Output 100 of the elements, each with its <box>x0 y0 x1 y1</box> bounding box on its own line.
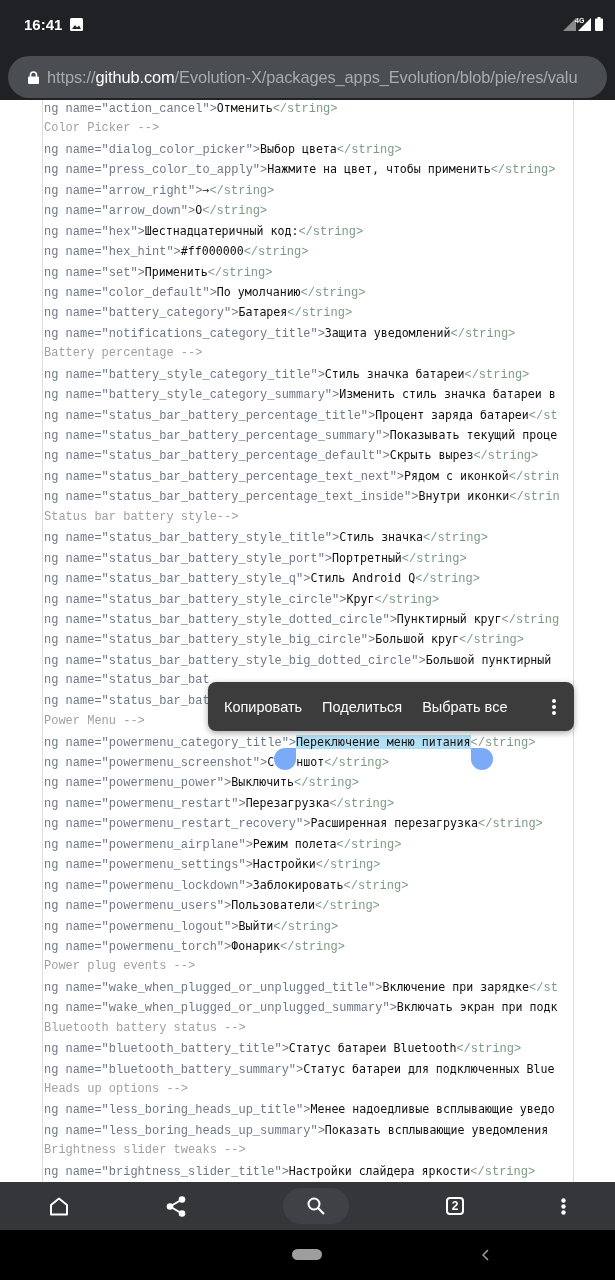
string-value: Настройки слайдера яркости <box>288 1163 471 1178</box>
xml-tag-text: ng name="battery_style_category_title"> <box>44 367 325 382</box>
xml-tag-text: ng name="status_bar_battery_style_dotted_circle"> <box>44 612 397 627</box>
menu-action[interactable]: Копировать <box>214 692 313 721</box>
xml-tag-text: </string> <box>324 756 389 770</box>
xml-tag-text: ng name="press_color_to_apply"> <box>44 163 268 178</box>
xml-tag-text: </string> <box>315 858 381 873</box>
menu-action[interactable]: Поделиться <box>312 692 413 721</box>
string-value: O <box>195 203 203 218</box>
xml-tag-text: </string> <box>315 899 380 914</box>
xml-tag-text: </string> <box>464 367 530 382</box>
string-value: Включать экран при подк <box>396 1000 558 1015</box>
string-value: Настройки <box>252 857 316 872</box>
image-icon <box>70 17 84 31</box>
xml-tag-text: ng name="set"> <box>44 265 145 280</box>
xml-tag-text: </string> <box>207 265 273 280</box>
string-value: Расширенная перезагрузка <box>310 816 478 831</box>
xml-tag-text: </string> <box>470 735 536 750</box>
xml-tag-text: ng name="status_bar_bat <box>44 673 210 688</box>
more-icon[interactable] <box>561 1197 567 1215</box>
xml-comment: Power Menu --> <box>44 714 145 729</box>
xml-tag-text: ng name="notifications_category_title"> <box>44 326 325 341</box>
search-button[interactable] <box>282 1188 349 1224</box>
string-value: Круг <box>346 591 375 606</box>
home-handle[interactable] <box>292 1249 322 1260</box>
xml-tag-text: </string> <box>336 837 402 852</box>
string-value: Показывать текущий проце <box>389 428 558 442</box>
more-icon[interactable] <box>552 698 556 715</box>
xml-comment: Brightness slider tweaks --> <box>44 1143 246 1158</box>
share-icon[interactable] <box>165 1195 186 1217</box>
xml-tag-text: </strin <box>509 490 560 505</box>
string-value: Стиль Android Q <box>310 571 416 586</box>
menu-action[interactable]: Выбрать все <box>412 692 518 721</box>
xml-tag-text: ng name="powermenu_lockdown"> <box>44 878 253 893</box>
string-value: Большой пунктирный <box>425 652 552 667</box>
xml-tag-text: ng name="powermenu_torch"> <box>44 939 232 954</box>
xml-tag-text: </st <box>528 408 558 423</box>
string-value: Включение при зарядке <box>382 979 530 994</box>
string-value: Фонарик <box>231 938 281 953</box>
xml-tag-text: ng name="status_bar_battery_style_big_dotted_circle"> <box>44 653 426 668</box>
xml-tag-text: ng name="status_bar_battery_percentage_text_inside"> <box>44 490 419 505</box>
xml-tag-text: ng name="battery_style_category_summary"> <box>44 388 340 403</box>
string-value: Режим полета <box>252 836 337 851</box>
xml-tag-text: </string> <box>294 776 359 791</box>
xml-tag-text: </string> <box>423 531 488 546</box>
string-value: По умолчанию <box>216 284 301 299</box>
xml-comment: Color Picker --> <box>44 121 160 136</box>
xml-tag-text: ng name="status_bar_battery_percentage_text_next"> <box>44 469 405 484</box>
xml-tag-text: ng name="wake_when_plugged_or_unplugged_title"> <box>44 980 383 995</box>
battery-icon <box>595 17 603 31</box>
string-value: Батарея <box>238 305 288 320</box>
address-bar[interactable]: https://github.com/Evolution-X/packages_apps_Evolution/blob/pie/res/valu <box>8 56 607 98</box>
xml-tag-text: ng name="status_bar_battery_percentage_summary"> <box>44 429 390 443</box>
xml-tag-text: ng name="hex"> <box>44 224 145 239</box>
xml-tag-text: ng name="powermenu_settings"> <box>44 858 253 873</box>
string-value: Пунктирный круг <box>396 611 502 626</box>
xml-tag-text: ng name="color_default"> <box>44 285 217 300</box>
xml-tag-text: </string> <box>300 285 366 300</box>
xml-tag-text: </string> <box>280 939 345 954</box>
string-value: Выйти <box>238 918 274 933</box>
xml-tag-text: ng name="status_bar_battery_percentage_default"> <box>44 449 390 464</box>
xml-comment: Heads up options --> <box>44 1082 189 1096</box>
xml-tag-text: </string> <box>298 224 364 239</box>
xml-tag-text: ng name="wake_when_plugged_or_unplugged_summary"> <box>44 1001 397 1016</box>
string-value: Рядом с иконкой <box>404 468 509 483</box>
xml-tag-text: ng name="battery_category"> <box>44 306 239 321</box>
string-value: ншот <box>296 755 325 769</box>
xml-tag-text: ng name="less_boring_heads_up_title"> <box>44 1103 311 1118</box>
xml-tag-text: ng name="bluetooth_battery_title"> <box>44 1042 289 1057</box>
xml-tag-text: ng name="status_bar_battery_style_circle"> <box>44 592 347 607</box>
xml-tag-text: ng name="status_bar_battery_style_port"> <box>44 551 333 566</box>
home-icon[interactable] <box>48 1196 69 1216</box>
tab-count[interactable]: 2 <box>446 1197 465 1215</box>
back-icon[interactable] <box>482 1249 489 1261</box>
string-value: Защита уведомлений <box>324 325 451 340</box>
url-text: https://github.com/Evolution-X/packages_apps_Evolution/blob/pie/res/valu <box>47 67 578 87</box>
string-value: Шестнадцатеричный код: <box>144 223 299 238</box>
clock: 16:41 <box>24 15 63 33</box>
xml-tag-text: ng name="dialog_color_picker"> <box>44 142 261 157</box>
xml-tag-text: </string <box>501 612 560 627</box>
string-value: Заблокировать <box>252 877 344 892</box>
selected-string-value: Переключение меню питания <box>296 734 471 749</box>
xml-tag-text: </string> <box>202 204 268 219</box>
xml-tag-text: ng name="arrow_down"> <box>44 204 196 219</box>
signal-icon <box>563 17 576 31</box>
string-value: Внутри иконки <box>418 489 510 504</box>
xml-tag-text: ng name="brightness_slider_title"> <box>44 1164 289 1179</box>
xml-comment: Power plug events --> <box>44 959 196 974</box>
string-value: Портретный <box>332 550 402 565</box>
selection-handle[interactable] <box>470 747 493 770</box>
xml-tag-text: ng name="status_bar_battery_style_title"> <box>44 531 340 546</box>
xml-tag-text: </string> <box>401 551 467 566</box>
xml-tag-text: ng name="powermenu_logout"> <box>44 919 239 934</box>
string-value: Процент заряда батареи <box>375 407 529 422</box>
selection-handle[interactable] <box>274 747 297 770</box>
search-icon <box>306 1197 325 1215</box>
string-value: Выбор цвета <box>260 141 337 156</box>
xml-tag-text: ng name="powermenu_restart"> <box>44 796 246 811</box>
string-value: Перезагрузка <box>245 795 330 810</box>
string-value: Статус батареи для подключенных Blue <box>303 1061 555 1076</box>
